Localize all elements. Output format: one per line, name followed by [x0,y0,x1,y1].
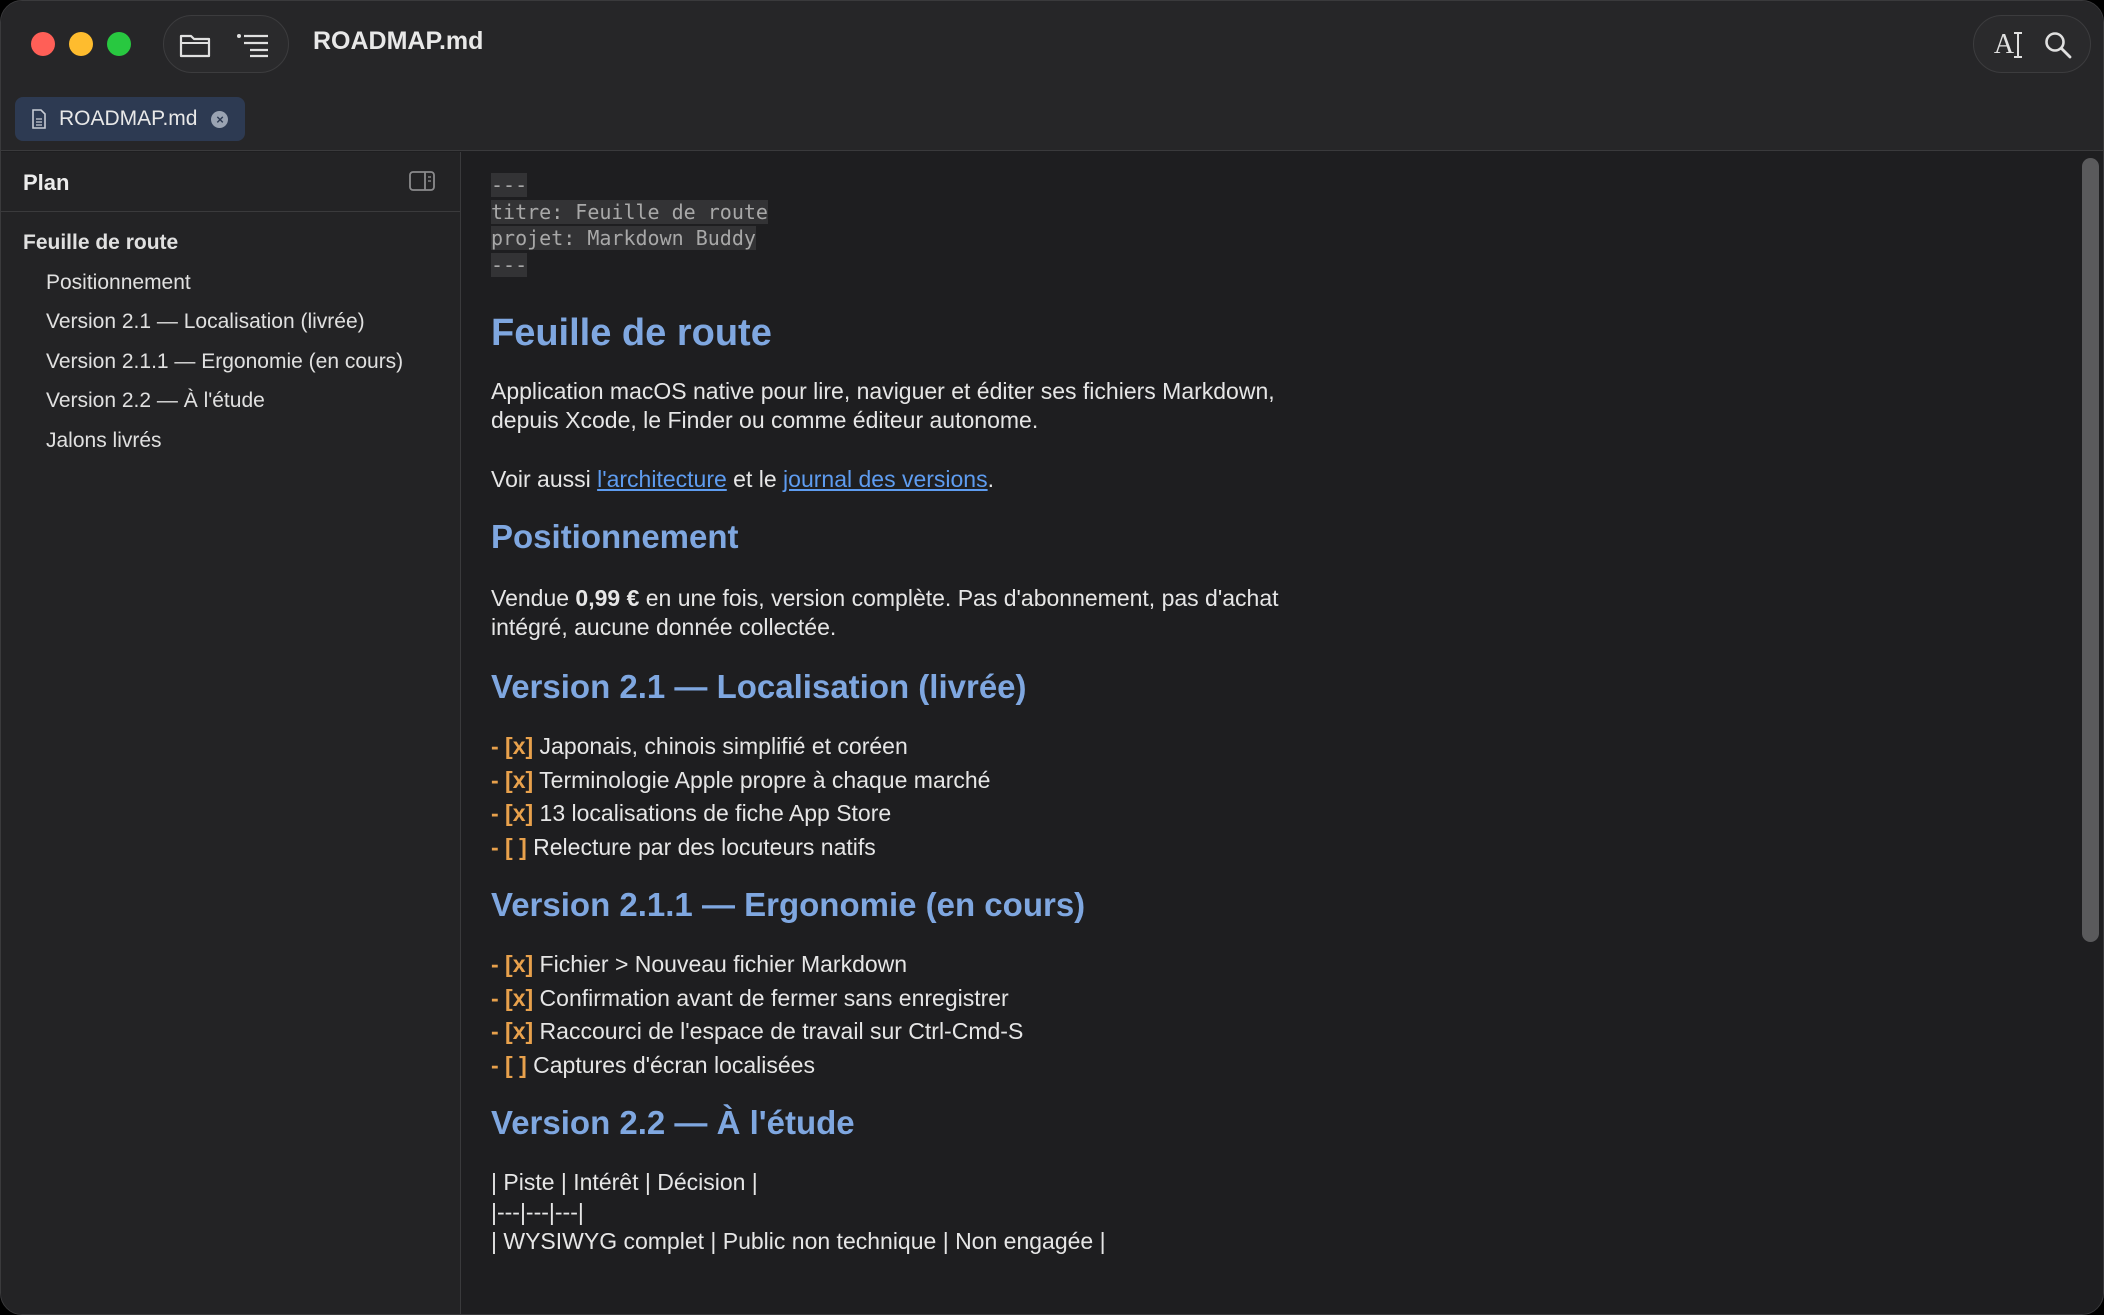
see-also-suffix: . [987,466,994,492]
task-item: - [x] Japonais, chinois simplifié et cor… [491,730,1491,764]
minimize-window-button[interactable] [69,32,93,56]
task-item: - [x] Confirmation avant de fermer sans … [491,982,1491,1016]
document-content: --- titre: Feuille de route projet: Mark… [491,172,1491,1257]
task-text: Relecture par des locuteurs natifs [526,833,876,860]
see-also-mid: et le [726,466,784,492]
markdown-table: | Piste | Intérêt | Décision | |---|---|… [491,1168,1491,1257]
task-mark: - [x] [491,800,534,826]
price: 0,99 € [575,585,640,611]
window-title: ROADMAP.md [313,27,484,55]
outline-item-version-2-1[interactable]: Version 2.1 — Localisation (livrée) [1,301,460,341]
see-also-prefix: Voir aussi [491,466,598,492]
task-item: - [x] Raccourci de l'espace de travail s… [491,1015,1491,1049]
task-list-v21: - [x] Japonais, chinois simplifié et cor… [491,730,1491,864]
table-line: |---|---|---| [491,1198,584,1225]
heading-version-2-2: Version 2.2 — À l'étude [491,1104,855,1141]
toolbar-right-group: A [1973,15,2091,73]
frontmatter-line: projet: Markdown Buddy [491,226,756,250]
task-item: - [x] Terminologie Apple propre à chaque… [491,764,1491,798]
outline-item-feuille-de-route[interactable]: Feuille de route [1,222,460,262]
task-list-v211: - [x] Fichier > Nouveau fichier Markdown… [491,948,1491,1082]
close-window-button[interactable] [31,32,55,56]
heading-version-2-1: Version 2.1 — Localisation (livrée) [491,668,1027,705]
pos-line2: intégré, aucune donnée collectée. [491,614,837,640]
frontmatter-line: titre: Feuille de route [491,199,768,224]
outline-sidebar: Plan Feuille de route Positionnement Ver… [1,152,461,1314]
font-glyph: A [1993,29,2015,60]
task-item: - [x] 13 localisations de fiche App Stor… [491,797,1491,831]
frontmatter-line: --- [491,173,528,197]
intro-line: depuis Xcode, le Finder ou comme éditeur… [491,407,1039,433]
intro-paragraph: Application macOS native pour lire, navi… [491,377,1491,435]
heading-feuille-de-route: Feuille de route [491,312,772,354]
table-line: | Piste | Intérêt | Décision | [491,1169,758,1195]
search-icon[interactable] [2038,28,2078,62]
pos-prefix: Vendue [491,585,576,611]
task-mark: - [ ] [491,1051,527,1078]
folder-icon[interactable] [178,30,212,60]
list-outline-icon[interactable] [236,30,270,60]
scrollbar-thumb[interactable] [2082,158,2099,942]
toolbar-left-group [163,15,289,73]
frontmatter-line: --- [491,252,528,277]
document-icon [31,109,47,129]
task-item: - [ ] Relecture par des locuteurs natifs [491,831,1491,865]
outline-item-jalons-livres[interactable]: Jalons livrés [1,420,460,460]
tab-roadmap[interactable]: ROADMAP.md × [15,97,245,141]
task-item: - [x] Fichier > Nouveau fichier Markdown [491,948,1491,982]
tab-bar: ROADMAP.md × [1,87,2103,151]
close-tab-icon[interactable]: × [211,110,229,128]
sidebar-title: Plan [23,170,70,195]
pos-rest: en une fois, version complète. Pas d'abo… [639,585,1279,611]
positionnement-paragraph: Vendue 0,99 € en une fois, version compl… [491,584,1491,642]
heading-version-2-1-1: Version 2.1.1 — Ergonomie (en cours) [491,886,1086,923]
task-mark: - [x] [491,1018,534,1044]
task-text: Captures d'écran localisées [526,1051,815,1078]
outline-item-positionnement[interactable]: Positionnement [1,262,460,302]
intro-line: Application macOS native pour lire, navi… [491,378,1275,404]
title-bar: ROADMAP.md A [1,1,2103,87]
heading-positionnement: Positionnement [491,518,739,555]
table-line: | WYSIWYG complet | Public non technique… [491,1228,1106,1254]
task-text: 13 localisations de fiche App Store [533,800,892,826]
task-mark: - [x] [491,984,534,1011]
app-window: ROADMAP.md A ROADMAP.md × Plan Feuille d… [0,0,2104,1315]
link-architecture[interactable]: l'architecture [597,466,727,492]
task-item: - [ ] Captures d'écran localisées [491,1049,1491,1083]
outline-item-version-2-2[interactable]: Version 2.2 — À l'étude [1,380,460,420]
task-mark: - [x] [491,766,534,793]
task-mark: - [ ] [491,833,527,860]
frontmatter: --- titre: Feuille de route projet: Mark… [491,172,1491,278]
zoom-window-button[interactable] [107,32,131,56]
task-mark: - [x] [491,951,534,977]
outline-item-version-2-1-1[interactable]: Version 2.1.1 — Ergonomie (en cours) [1,341,460,381]
tab-label: ROADMAP.md [59,107,198,130]
task-text: Japonais, chinois simplifié et coréen [533,733,908,759]
link-journal-des-versions[interactable]: journal des versions [783,466,988,492]
task-text: Terminologie Apple propre à chaque march… [533,766,991,793]
task-mark: - [x] [491,733,534,759]
task-text: Fichier > Nouveau fichier Markdown [533,951,908,977]
font-size-icon[interactable]: A [1988,28,2028,62]
sidebar-toggle-icon[interactable] [409,170,435,192]
editor-area[interactable]: --- titre: Feuille de route projet: Mark… [462,152,2084,1314]
outline-list: Feuille de route Positionnement Version … [1,222,460,459]
see-also-paragraph: Voir aussi l'architecture et le journal … [491,465,1491,494]
sidebar-header: Plan [1,152,460,212]
task-text: Confirmation avant de fermer sans enregi… [533,984,1009,1011]
task-text: Raccourci de l'espace de travail sur Ctr… [533,1018,1024,1044]
